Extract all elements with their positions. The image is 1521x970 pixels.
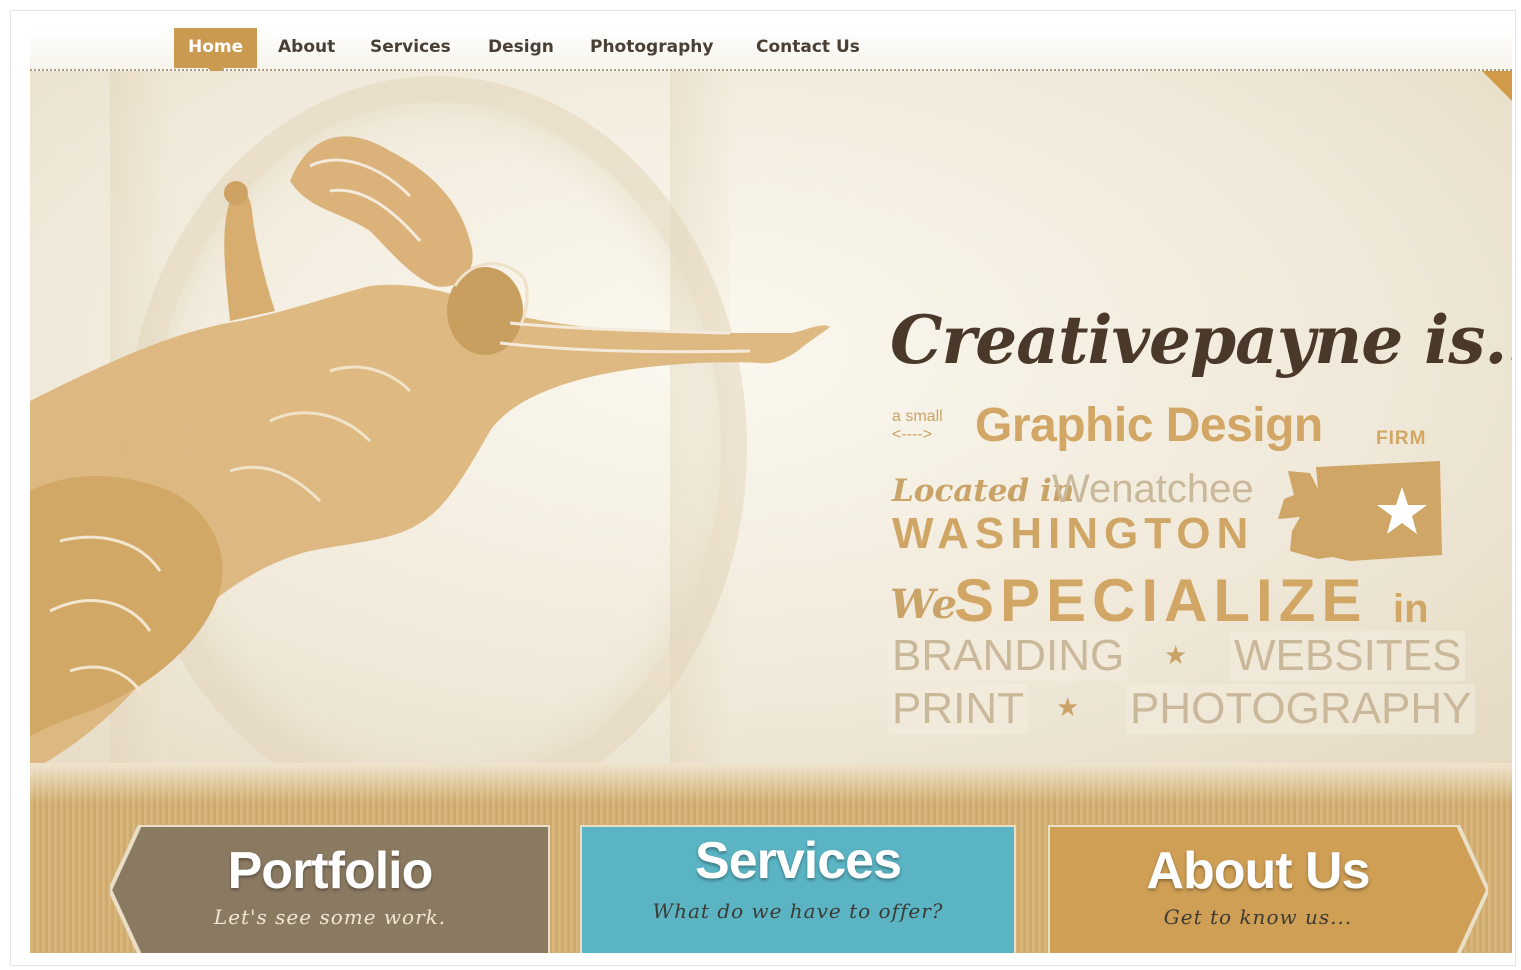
corner-ribbon bbox=[1482, 71, 1512, 101]
nav-about[interactable]: About bbox=[278, 28, 335, 66]
city-text: Wenatchee bbox=[1052, 467, 1254, 511]
service-branding: BRANDING bbox=[888, 631, 1129, 681]
star-icon: ★ bbox=[1164, 641, 1188, 671]
portfolio-button[interactable]: Portfolio Let's see some work. bbox=[110, 825, 550, 953]
arrow-label: <----> bbox=[892, 426, 932, 443]
in-text: in bbox=[1393, 587, 1429, 631]
about-us-button[interactable]: About Us Get to know us... bbox=[1048, 825, 1488, 953]
services-subtitle: What do we have to offer? bbox=[652, 899, 944, 923]
hero-banner: Creativepayne is... a small <----> Graph… bbox=[30, 71, 1512, 818]
star-icon: ★ bbox=[1056, 693, 1080, 723]
small-label: a small bbox=[892, 408, 943, 425]
located-in-text: Located in bbox=[892, 473, 1075, 509]
firm-text: FIRM bbox=[1376, 428, 1427, 449]
nav-services[interactable]: Services bbox=[370, 28, 451, 66]
service-websites: WEBSITES bbox=[1230, 631, 1466, 681]
graphic-design-text: Graphic Design bbox=[975, 399, 1323, 452]
about-us-subtitle: Get to know us... bbox=[1163, 905, 1353, 929]
portfolio-subtitle: Let's see some work. bbox=[213, 905, 447, 929]
flying-figure-illustration bbox=[30, 136, 830, 771]
washington-state-icon bbox=[1278, 461, 1442, 561]
services-title: Services bbox=[695, 832, 902, 890]
nav-home[interactable]: Home bbox=[174, 28, 258, 77]
services-button[interactable]: Services What do we have to offer? bbox=[580, 825, 1016, 953]
service-photography: PHOTOGRAPHY bbox=[1126, 684, 1476, 734]
website: Home About Services Design Photography C… bbox=[30, 28, 1512, 953]
we-text: We bbox=[890, 581, 958, 628]
state-text: WASHINGTON bbox=[892, 509, 1255, 558]
headline: Creativepayne is... bbox=[890, 301, 1512, 379]
nav-design[interactable]: Design bbox=[488, 28, 554, 66]
specialize-text: SPECIALIZE bbox=[954, 567, 1368, 634]
about-us-title: About Us bbox=[1146, 842, 1370, 900]
service-print: PRINT bbox=[888, 684, 1028, 734]
band-fade bbox=[30, 763, 1512, 803]
main-nav: Home About Services Design Photography C… bbox=[30, 28, 1512, 77]
nav-contact-us[interactable]: Contact Us bbox=[756, 28, 860, 66]
nav-photography[interactable]: Photography bbox=[590, 28, 713, 66]
portfolio-title: Portfolio bbox=[227, 842, 434, 900]
